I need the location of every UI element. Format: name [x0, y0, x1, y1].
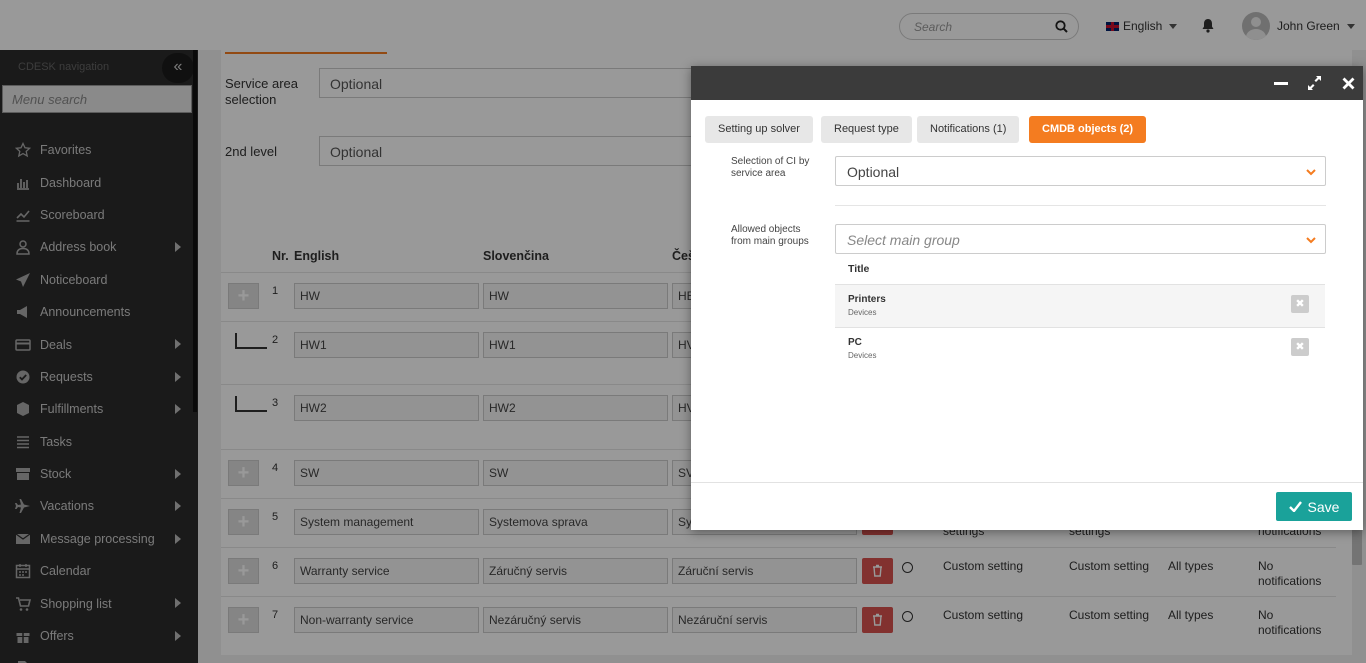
divider	[835, 205, 1326, 206]
object-row: PC Devices ✖	[835, 327, 1325, 370]
main-group-select[interactable]: Select main group	[835, 224, 1326, 254]
allowed-objects-label: Allowed objects from main groups	[731, 224, 809, 247]
object-title: Printers	[848, 294, 886, 305]
save-label: Save	[1307, 498, 1340, 515]
maximize-icon[interactable]	[1307, 75, 1322, 91]
tab-cmdb-objects[interactable]: CMDB objects (2)	[1029, 116, 1147, 143]
remove-object-button[interactable]: ✖	[1291, 295, 1309, 313]
minimize-icon[interactable]	[1274, 75, 1288, 91]
tab-setting-up-solver[interactable]: Setting up solver	[705, 116, 813, 143]
chevron-down-icon	[1306, 237, 1316, 244]
modal-footer-divider	[691, 482, 1363, 483]
save-button[interactable]: Save	[1276, 492, 1352, 521]
tab-request-type[interactable]: Request type	[821, 116, 912, 143]
close-icon[interactable]	[1342, 75, 1355, 91]
object-subtitle: Devices	[848, 351, 877, 360]
object-row: Printers Devices ✖	[835, 284, 1325, 327]
object-subtitle: Devices	[848, 308, 877, 317]
modal-header	[691, 66, 1363, 100]
objects-title-header: Title	[848, 263, 870, 275]
main-group-placeholder: Select main group	[847, 232, 960, 248]
cmdb-modal: Setting up solver Request type Notificat…	[691, 66, 1363, 530]
check-icon	[1288, 501, 1302, 512]
object-title: PC	[848, 337, 862, 348]
remove-object-button[interactable]: ✖	[1291, 338, 1309, 356]
ci-selection-label: Selection of CI by service area	[731, 156, 810, 179]
tab-notifications[interactable]: Notifications (1)	[917, 116, 1020, 143]
chevron-down-icon	[1306, 169, 1316, 176]
ci-selection-value: Optional	[847, 164, 900, 180]
ci-selection-select[interactable]: Optional	[835, 156, 1326, 186]
